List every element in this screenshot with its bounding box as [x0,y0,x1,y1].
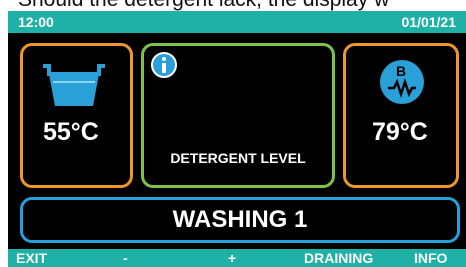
top-status-bar: 12:00 01/01/21 [8,11,466,33]
date-display: 01/01/21 [401,14,457,30]
washtub-icon [43,64,105,106]
boiler-badge-letter: B [396,63,407,79]
wash-temperature-panel: 55°C [20,43,133,188]
boiler-temperature-panel: B 79°C [343,43,459,188]
boiler-temperature-value: 79°C [372,118,428,146]
plus-button[interactable]: + [228,249,236,267]
washing-status-box: WASHING 1 [20,197,460,243]
exit-button[interactable]: EXIT [16,249,47,267]
machine-display: 12:00 01/01/21 55°C DETERGENT LEVEL B 79… [8,11,466,267]
detergent-level-label: DETERGENT LEVEL [170,150,306,166]
washing-status-text: WASHING 1 [172,206,308,233]
info-button[interactable]: INFO [414,249,447,267]
detergent-level-panel: DETERGENT LEVEL [141,43,335,188]
info-icon[interactable] [150,51,178,79]
soft-key-bar: EXIT - + DRAINING INFO [8,249,466,267]
clock-time: 12:00 [18,14,54,30]
wash-temperature-value: 55°C [43,118,99,146]
draining-button[interactable]: DRAINING [304,249,373,267]
minus-button[interactable]: - [123,249,128,267]
